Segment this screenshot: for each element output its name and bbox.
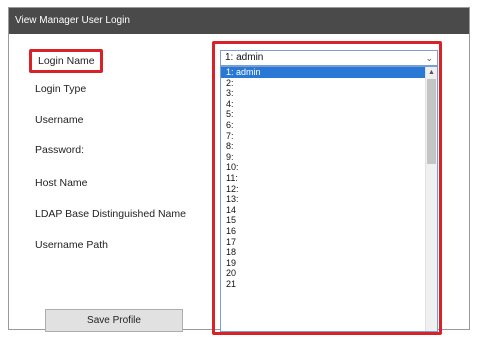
login-name-selected-value: 1: admin <box>225 52 264 63</box>
dropdown-option[interactable]: 11: <box>221 173 425 184</box>
dropdown-option[interactable]: 21 <box>221 279 425 290</box>
save-profile-button[interactable]: Save Profile <box>45 309 183 332</box>
username-label: Username <box>35 114 84 126</box>
password-label: Password: <box>35 144 85 156</box>
dropdown-option[interactable]: 6: <box>221 120 425 131</box>
dropdown-option[interactable]: 18 <box>221 247 425 258</box>
dropdown-option[interactable]: 2: <box>221 78 425 89</box>
chevron-down-icon[interactable]: ⌄ <box>425 51 433 65</box>
login-name-options-list[interactable]: 1: admin 2: 3: 4: 5: 6: 7: 8: 9: 10: 11: 12: 13: 14 15… <box>220 66 438 332</box>
options-container: 1: admin 2: 3: 4: 5: 6: 7: 8: 9: 10: 11: 12: 13: 14 15… <box>221 67 437 289</box>
dropdown-option[interactable]: 8: <box>221 141 425 152</box>
dropdown-option[interactable]: 13: <box>221 194 425 205</box>
dropdown-option[interactable]: 12: <box>221 184 425 195</box>
dialog-title: View Manager User Login <box>9 8 469 34</box>
login-name-label: Login Name <box>29 49 103 73</box>
host-name-label: Host Name <box>35 177 88 189</box>
dropdown-option[interactable]: 19 <box>221 258 425 269</box>
dropdown-option[interactable]: 9: <box>221 152 425 163</box>
dropdown-option[interactable]: 4: <box>221 99 425 110</box>
dropdown-option[interactable]: 7: <box>221 131 425 142</box>
dropdown-scrollbar[interactable]: ▲ <box>425 67 437 331</box>
login-name-select[interactable]: 1: admin ⌄ <box>220 50 438 66</box>
dropdown-option[interactable]: 14 <box>221 205 425 216</box>
dropdown-option[interactable]: 16 <box>221 226 425 237</box>
dropdown-option[interactable]: 3: <box>221 88 425 99</box>
dropdown-option[interactable]: 20 <box>221 268 425 279</box>
ldap-base-dn-label: LDAP Base Distinguished Name <box>35 208 186 220</box>
dropdown-option[interactable]: 15 <box>221 215 425 226</box>
login-type-label: Login Type <box>35 83 87 95</box>
scroll-thumb[interactable] <box>427 79 436 164</box>
dropdown-option[interactable]: 17 <box>221 237 425 248</box>
scroll-up-arrow-icon[interactable]: ▲ <box>426 69 437 76</box>
username-path-label: Username Path <box>35 239 108 251</box>
dropdown-option[interactable]: 1: admin <box>221 67 425 78</box>
dropdown-option[interactable]: 5: <box>221 109 425 120</box>
dropdown-option[interactable]: 10: <box>221 162 425 173</box>
